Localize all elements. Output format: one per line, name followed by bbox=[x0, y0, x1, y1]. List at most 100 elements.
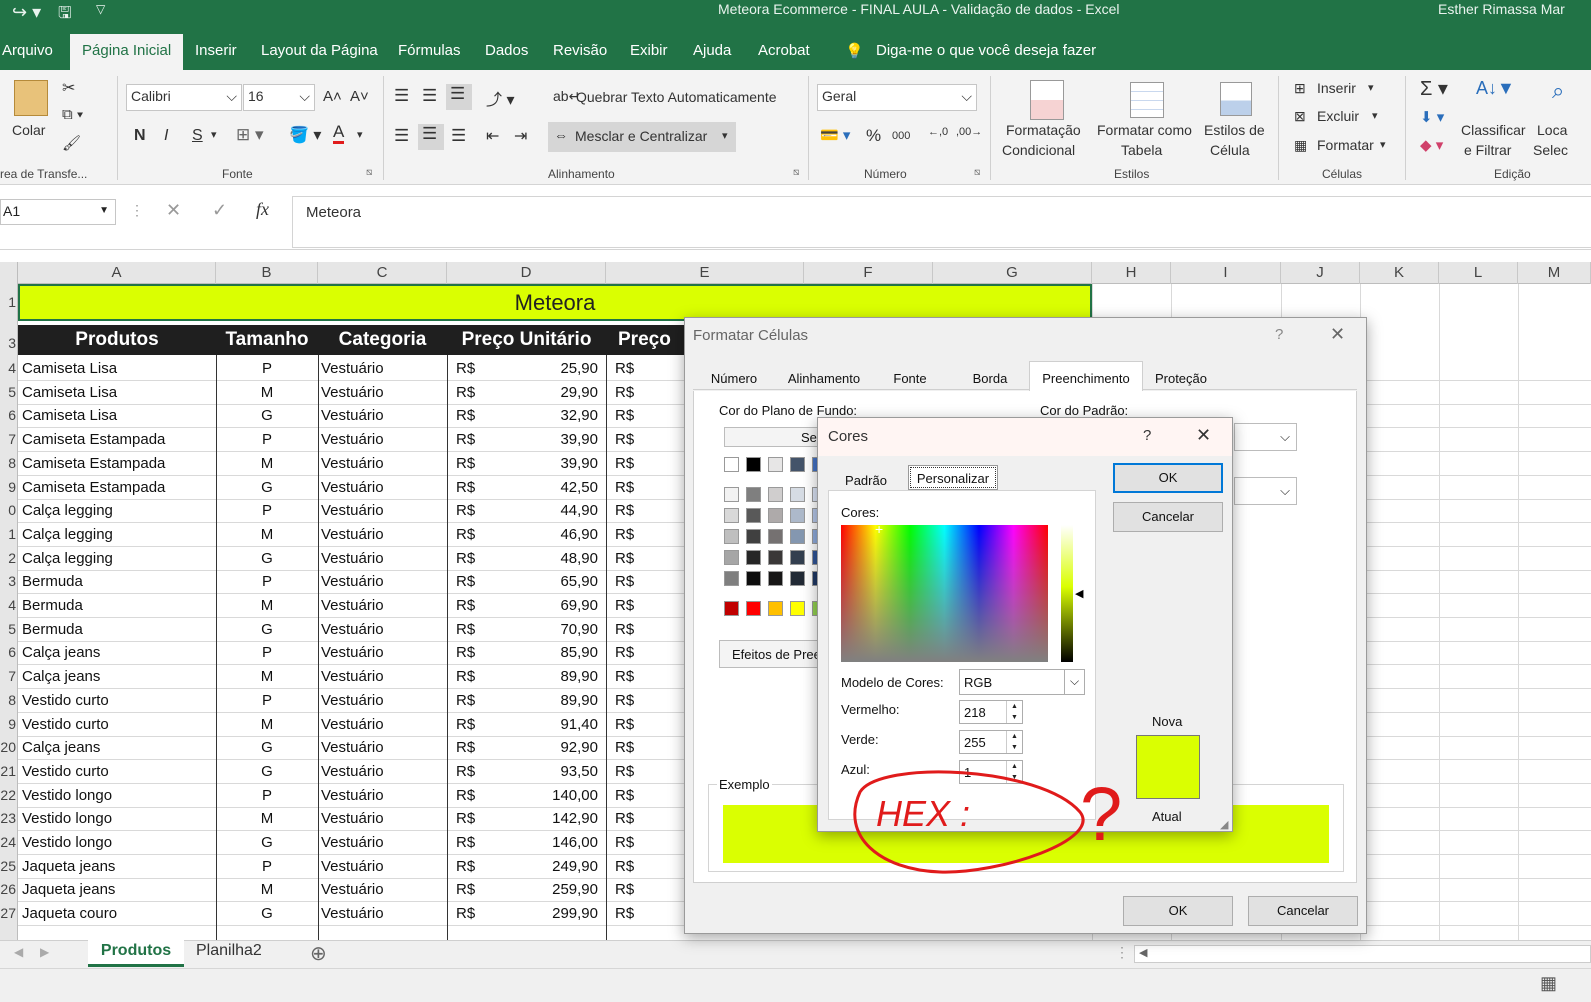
cell-preco-unitario[interactable]: 89,90 bbox=[498, 665, 598, 688]
cell-currency[interactable]: R$ bbox=[456, 523, 496, 546]
format-tab-protecao[interactable]: Proteção bbox=[1145, 371, 1217, 386]
cell-preco-unitario[interactable]: 91,40 bbox=[498, 713, 598, 736]
align-bottom-icon[interactable]: ☰ bbox=[446, 84, 472, 110]
cell-categoria[interactable]: Vestuário bbox=[321, 452, 447, 475]
format-cancel-button[interactable]: Cancelar bbox=[1248, 896, 1358, 926]
tab-ajuda[interactable]: Ajuda bbox=[693, 42, 731, 59]
cell-categoria[interactable]: Vestuário bbox=[321, 784, 447, 807]
font-name-select[interactable]: Calibri ⌵ bbox=[126, 84, 242, 111]
cell-preco-unitario[interactable]: 259,90 bbox=[498, 878, 598, 901]
colors-cancel-button[interactable]: Cancelar bbox=[1113, 502, 1223, 532]
cut-icon[interactable]: ✂ bbox=[62, 78, 75, 98]
fill-color-icon[interactable]: 🪣 ▾ bbox=[289, 125, 321, 145]
row-header[interactable]: 21 bbox=[0, 763, 18, 779]
normal-view-icon[interactable]: ▦ bbox=[1540, 973, 1557, 994]
col-header-i[interactable]: I bbox=[1171, 262, 1281, 284]
format-tab-fonte[interactable]: Fonte bbox=[875, 371, 945, 386]
pattern-color-select[interactable]: ⌵ bbox=[1234, 423, 1297, 451]
paste-label[interactable]: Colar bbox=[12, 122, 45, 138]
cell-categoria[interactable]: Vestuário bbox=[321, 855, 447, 878]
prev-sheet-icon[interactable]: ◀ bbox=[14, 945, 23, 959]
formula-input[interactable]: Meteora bbox=[292, 196, 1591, 248]
align-left-icon[interactable]: ☰ bbox=[394, 126, 409, 146]
color-swatch[interactable] bbox=[790, 457, 805, 472]
cell-preco-unitario[interactable]: 29,90 bbox=[498, 381, 598, 404]
format-ok-button[interactable]: OK bbox=[1123, 896, 1233, 926]
col-header-a[interactable]: A bbox=[18, 262, 216, 284]
format-as-table-icon[interactable] bbox=[1130, 82, 1164, 118]
fill-icon[interactable]: ⬇ ▾ bbox=[1420, 108, 1444, 126]
header-produtos[interactable]: Produtos bbox=[18, 329, 216, 351]
color-swatch[interactable] bbox=[724, 508, 739, 523]
luminance-pointer-icon[interactable]: ◀ bbox=[1075, 587, 1083, 600]
decrease-font-icon[interactable]: A˅ bbox=[350, 88, 369, 105]
tell-me-box[interactable]: Diga-me o que você deseja fazer bbox=[876, 42, 1096, 59]
cell-currency[interactable]: R$ bbox=[456, 618, 496, 641]
col-header-h[interactable]: H bbox=[1092, 262, 1171, 284]
cell-tamanho[interactable]: G bbox=[216, 476, 318, 499]
cell-preco-unitario[interactable]: 42,50 bbox=[498, 476, 598, 499]
cell-categoria[interactable]: Vestuário bbox=[321, 807, 447, 830]
confirm-entry-icon[interactable]: ✓ bbox=[212, 200, 227, 221]
color-swatch[interactable] bbox=[746, 508, 761, 523]
resize-grip-icon[interactable]: ◢ bbox=[1220, 818, 1228, 831]
col-header-c[interactable]: C bbox=[318, 262, 447, 284]
cell-categoria[interactable]: Vestuário bbox=[321, 476, 447, 499]
user-name[interactable]: Esther Rimassa Mar bbox=[1438, 1, 1565, 17]
cell-preco-unitario[interactable]: 65,90 bbox=[498, 570, 598, 593]
cell-produto[interactable]: Calça jeans bbox=[22, 641, 212, 664]
cell-tamanho[interactable]: M bbox=[216, 878, 318, 901]
increase-font-icon[interactable]: A˄ bbox=[323, 88, 342, 105]
scroll-left-icon[interactable]: ◀ bbox=[1139, 946, 1147, 959]
cell-categoria[interactable]: Vestuário bbox=[321, 381, 447, 404]
row-header[interactable]: 6 bbox=[0, 407, 18, 423]
cell-currency[interactable]: R$ bbox=[456, 784, 496, 807]
row-header[interactable]: 27 bbox=[0, 905, 18, 921]
tab-dados[interactable]: Dados bbox=[485, 42, 528, 59]
insert-function-button[interactable]: fx bbox=[256, 199, 269, 220]
cell-preco-unitario[interactable]: 46,90 bbox=[498, 523, 598, 546]
cell-tamanho[interactable]: G bbox=[216, 618, 318, 641]
cell-produto[interactable]: Bermuda bbox=[22, 618, 212, 641]
cell-currency[interactable]: R$ bbox=[456, 547, 496, 570]
insert-dropdown-icon[interactable]: ▾ bbox=[1368, 81, 1374, 94]
cell-tamanho[interactable]: P bbox=[216, 428, 318, 451]
cell-categoria[interactable]: Vestuário bbox=[321, 665, 447, 688]
cell-produto[interactable]: Calça jeans bbox=[22, 665, 212, 688]
sort-filter-icon[interactable]: A↓▼ bbox=[1476, 78, 1515, 99]
align-middle-icon[interactable]: ☰ bbox=[422, 86, 437, 106]
delete-cells-icon[interactable]: ⊠ bbox=[1294, 108, 1306, 125]
cell-tamanho[interactable]: P bbox=[216, 784, 318, 807]
cell-currency[interactable]: R$ bbox=[456, 452, 496, 475]
cell-produto[interactable]: Camiseta Estampada bbox=[22, 452, 212, 475]
cell-categoria[interactable]: Vestuário bbox=[321, 428, 447, 451]
cell-tamanho[interactable]: M bbox=[216, 523, 318, 546]
tab-inserir[interactable]: Inserir bbox=[195, 42, 237, 59]
underline-dropdown-icon[interactable]: ▾ bbox=[211, 128, 217, 141]
color-swatch[interactable] bbox=[768, 601, 783, 616]
cell-produto[interactable]: Jaqueta jeans bbox=[22, 878, 212, 901]
luminance-slider[interactable] bbox=[1061, 525, 1073, 662]
cell-tamanho[interactable]: G bbox=[216, 404, 318, 427]
cell-styles-icon[interactable] bbox=[1220, 82, 1252, 116]
copy-icon[interactable]: ⧉ ▾ bbox=[62, 106, 83, 123]
format-dialog-close-icon[interactable]: ✕ bbox=[1330, 324, 1345, 345]
cell-currency[interactable]: R$ bbox=[456, 689, 496, 712]
cell-currency[interactable]: R$ bbox=[615, 523, 675, 546]
colors-dialog-close-icon[interactable]: ✕ bbox=[1196, 425, 1211, 446]
cell-produto[interactable]: Camiseta Estampada bbox=[22, 476, 212, 499]
cell-currency[interactable]: R$ bbox=[615, 547, 675, 570]
save-icon[interactable]: 🖫 bbox=[58, 2, 72, 29]
cell-preco-unitario[interactable]: 25,90 bbox=[498, 357, 598, 380]
cell-tamanho[interactable]: P bbox=[216, 855, 318, 878]
cell-currency[interactable]: R$ bbox=[456, 878, 496, 901]
cell-categoria[interactable]: Vestuário bbox=[321, 618, 447, 641]
cell-categoria[interactable]: Vestuário bbox=[321, 831, 447, 854]
cell-tamanho[interactable]: M bbox=[216, 381, 318, 404]
cell-categoria[interactable]: Vestuário bbox=[321, 878, 447, 901]
thousands-button[interactable]: 000 bbox=[892, 130, 910, 142]
color-model-dropdown-icon[interactable]: ⌵ bbox=[1064, 670, 1084, 694]
font-dialog-launcher-icon[interactable]: ⧅ bbox=[366, 167, 372, 178]
color-swatch[interactable] bbox=[746, 457, 761, 472]
row-header[interactable]: 2 bbox=[0, 550, 18, 566]
